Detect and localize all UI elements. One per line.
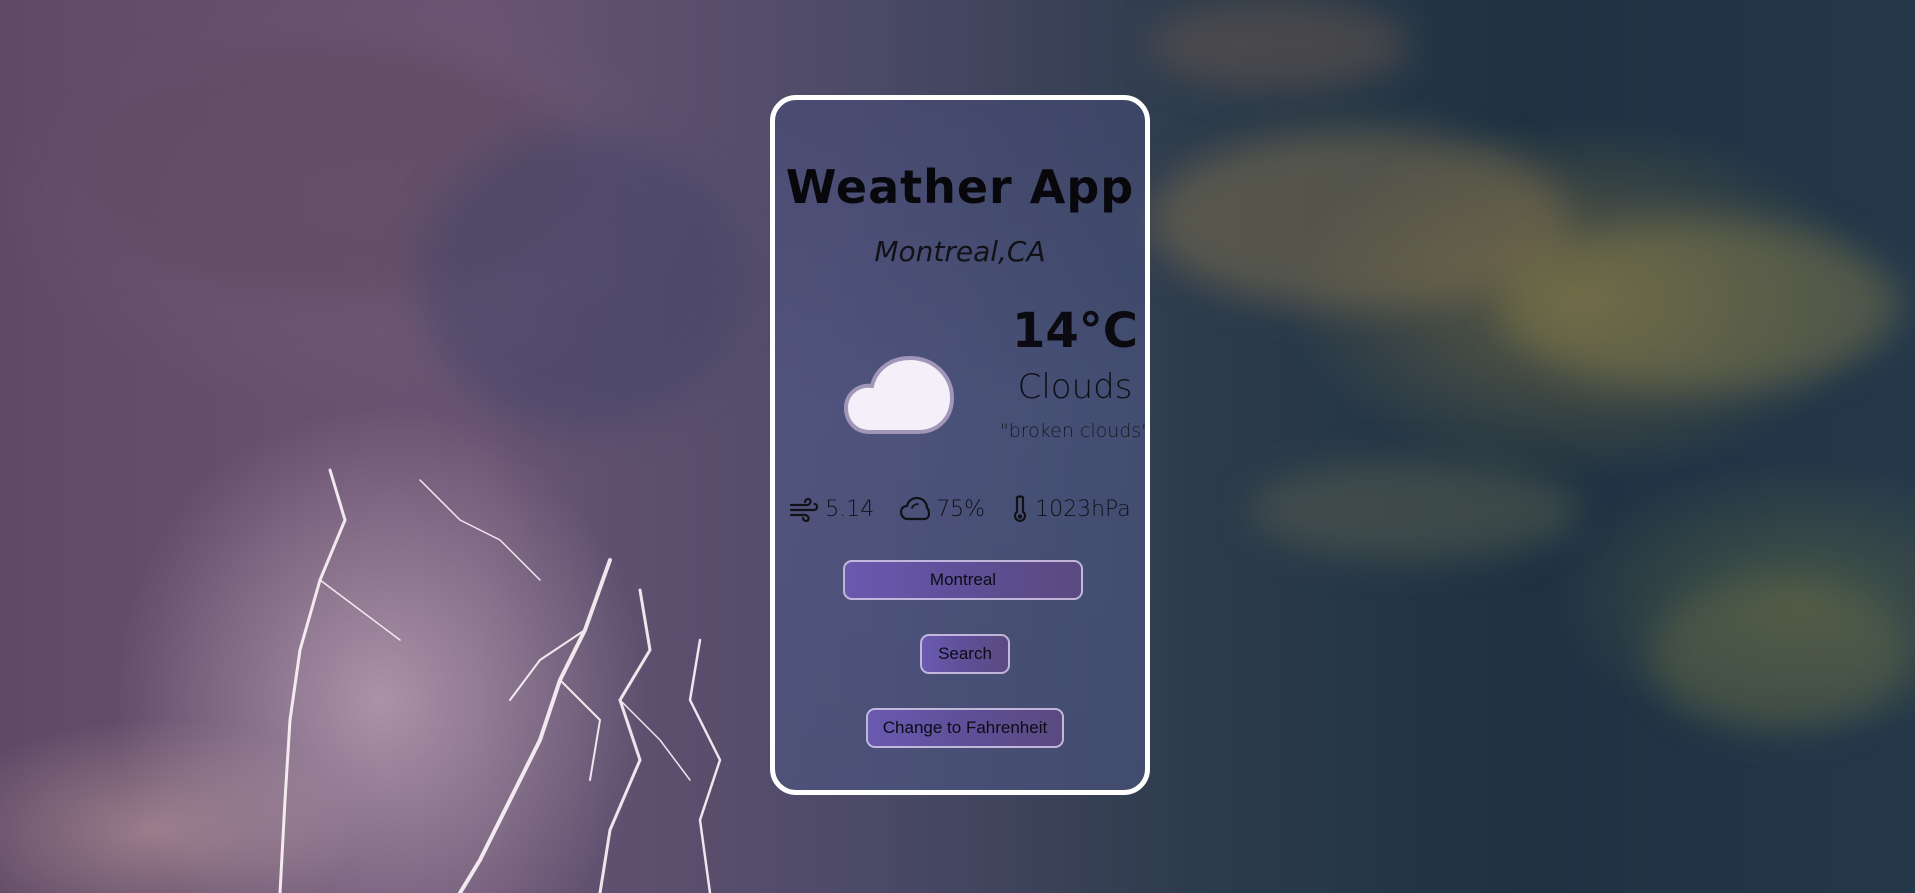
weather-stats: 5.14 75% 1023hPa: [775, 492, 1145, 526]
weather-card: Weather App Montreal,CA 14°C Clouds "bro…: [770, 95, 1150, 795]
location-label: Montreal,CA: [874, 235, 1046, 268]
change-unit-button[interactable]: Change to Fahrenheit: [866, 708, 1064, 748]
city-search-input[interactable]: [843, 560, 1083, 600]
cloudiness-icon: [900, 496, 931, 522]
search-button[interactable]: Search: [920, 634, 1010, 674]
wind-icon: [789, 496, 819, 522]
pressure-value: 1023hPa: [1035, 496, 1131, 522]
temperature-value: 14°C: [1011, 303, 1139, 359]
wind-stat: 5.14: [789, 496, 874, 522]
cloudiness-stat: 75%: [900, 496, 985, 522]
cloudiness-value: 75%: [936, 496, 986, 522]
thermometer-icon: [1011, 494, 1029, 524]
pressure-stat: 1023hPa: [1011, 494, 1131, 524]
weather-condition: Clouds: [1017, 367, 1133, 407]
cloud-icon: [840, 350, 970, 440]
weather-description: "broken clouds": [999, 420, 1150, 442]
app-title: Weather App: [785, 160, 1135, 214]
wind-value: 5.14: [825, 496, 875, 522]
